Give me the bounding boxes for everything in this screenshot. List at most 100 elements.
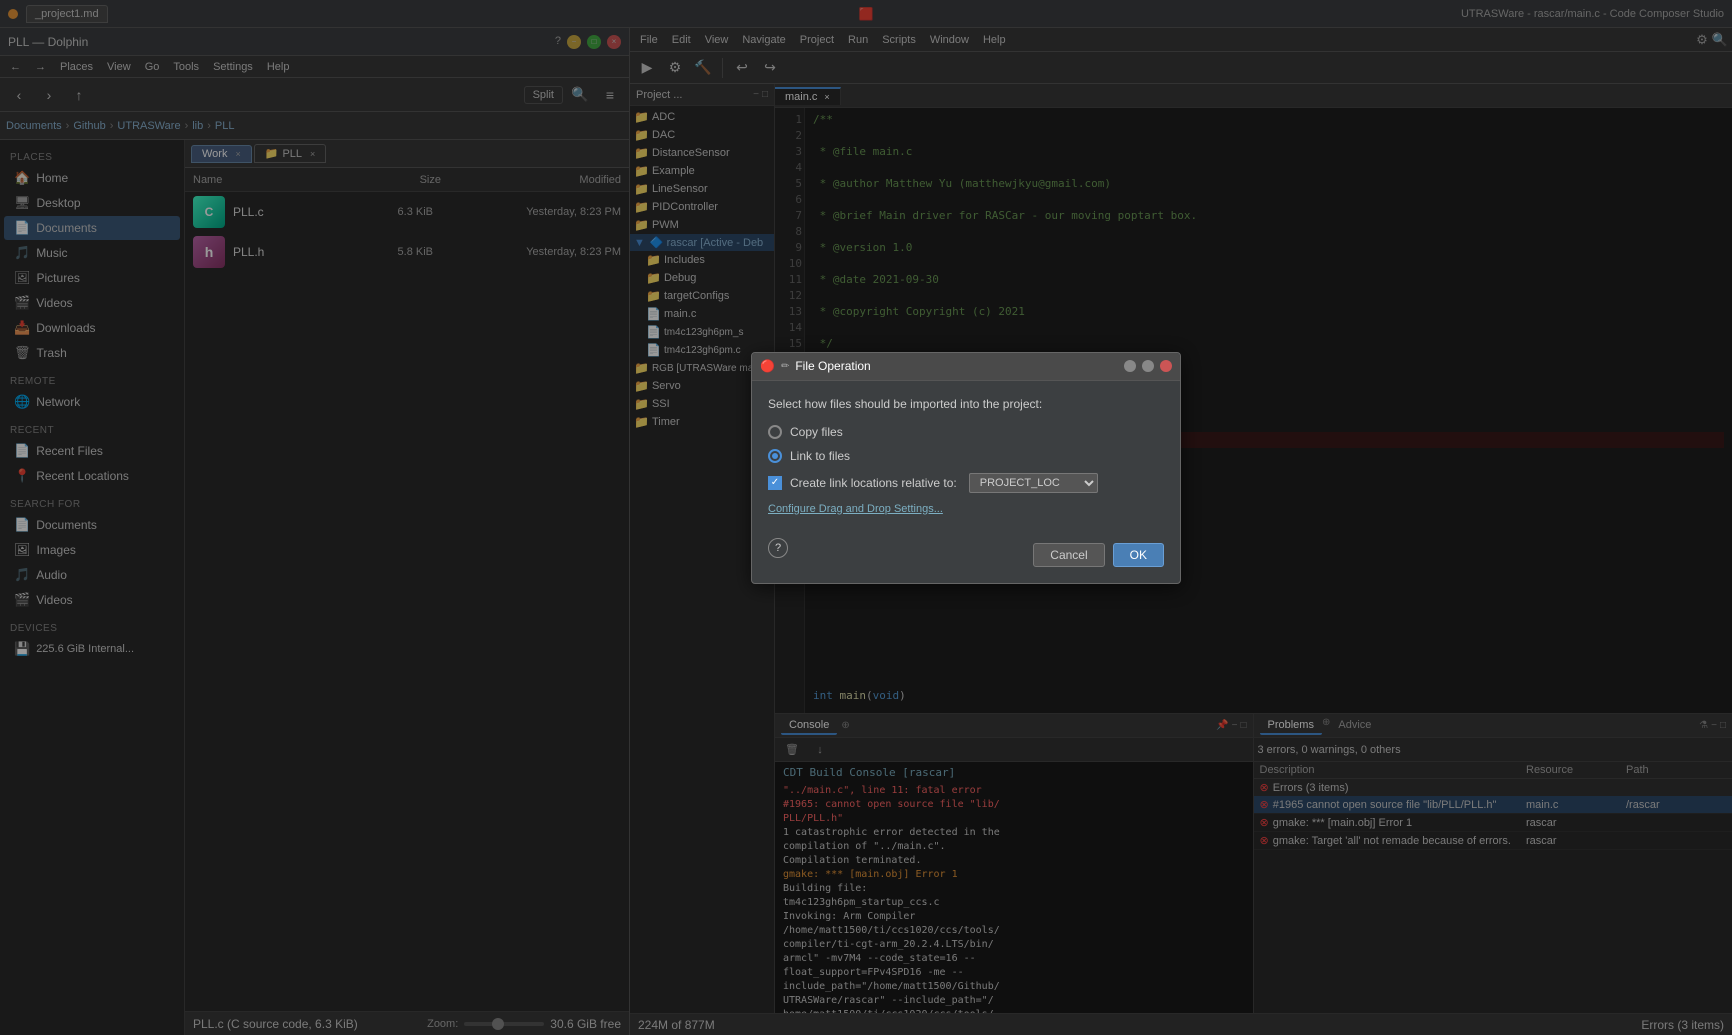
- console-maximize-icon[interactable]: □: [1240, 720, 1246, 731]
- nav-back-btn[interactable]: ‹: [6, 82, 32, 108]
- sidebar-item-recent-locations[interactable]: 📍Recent Locations: [4, 464, 180, 488]
- ccs-file-menu[interactable]: File: [634, 32, 664, 48]
- dialog-help-btn[interactable]: ?: [768, 538, 788, 558]
- dolphin-help-menu[interactable]: Help: [261, 59, 296, 75]
- dolphin-view-menu[interactable]: View: [101, 59, 137, 75]
- breadcrumb-utrasware[interactable]: UTRASWare: [117, 120, 180, 132]
- ccs-tool-5[interactable]: ↪: [757, 55, 783, 81]
- sidebar-item-downloads[interactable]: 📥Downloads: [4, 316, 180, 340]
- ccs-window-menu[interactable]: Window: [924, 32, 975, 48]
- settings-btn[interactable]: ≡: [597, 82, 623, 108]
- sidebar-item-music[interactable]: 🎵Music: [4, 241, 180, 265]
- nav-forward-btn[interactable]: ›: [36, 82, 62, 108]
- tab-pll[interactable]: 📁 PLL ×: [254, 144, 327, 163]
- problems-maximize-icon[interactable]: □: [1720, 720, 1726, 731]
- tree-item-distance[interactable]: 📁DistanceSensor: [630, 144, 774, 162]
- sidebar-item-pictures[interactable]: 🖼Pictures: [4, 266, 180, 290]
- sidebar-item-network[interactable]: 🌐Network: [4, 390, 180, 414]
- tab-pll-close-btn[interactable]: ×: [310, 149, 315, 159]
- sidebar-item-search-audio[interactable]: 🎵Audio: [4, 563, 180, 587]
- ccs-project-menu[interactable]: Project: [794, 32, 840, 48]
- dolphin-forward-btn[interactable]: →: [29, 59, 52, 75]
- problems-tab[interactable]: Problems: [1260, 717, 1322, 735]
- zoom-slider[interactable]: [464, 1022, 544, 1026]
- console-clear-btn[interactable]: 🗑: [779, 737, 805, 763]
- dialog-option-copy[interactable]: Copy files: [768, 425, 1164, 439]
- dolphin-help-icon[interactable]: ?: [555, 35, 561, 49]
- tree-item-dac[interactable]: 📁DAC: [630, 126, 774, 144]
- tree-item-pwm[interactable]: 📁PWM: [630, 216, 774, 234]
- tree-item-rascar[interactable]: ▼ 🔷 rascar [Active - Deb: [630, 234, 774, 251]
- dolphin-places-menu[interactable]: Places: [54, 59, 99, 75]
- dolphin-tools-menu[interactable]: Tools: [167, 59, 205, 75]
- ccs-tool-4[interactable]: ↩: [729, 55, 755, 81]
- ccs-run-menu[interactable]: Run: [842, 32, 874, 48]
- dialog-minimize-btn[interactable]: [1124, 360, 1136, 372]
- dialog-close-btn[interactable]: [1160, 360, 1172, 372]
- tab-work[interactable]: Work ×: [191, 145, 252, 163]
- link-relative-checkbox[interactable]: ✓: [768, 476, 782, 490]
- sidebar-item-home[interactable]: 🏠Home: [4, 166, 180, 190]
- dolphin-settings-menu[interactable]: Settings: [207, 59, 259, 75]
- tree-item-targetconfigs[interactable]: 📁targetConfigs: [630, 287, 774, 305]
- tree-item-example[interactable]: 📁Example: [630, 162, 774, 180]
- radio-link[interactable]: [768, 449, 782, 463]
- ccs-edit-menu[interactable]: Edit: [666, 32, 697, 48]
- breadcrumb-pll[interactable]: PLL: [215, 120, 235, 132]
- tab-project1-md[interactable]: _project1.md: [26, 5, 108, 23]
- file-operation-dialog[interactable]: 🔴 ✏ File Operation Select how files shou…: [751, 352, 1181, 584]
- dialog-maximize-btn[interactable]: [1142, 360, 1154, 372]
- tree-item-pid[interactable]: 📁PIDController: [630, 198, 774, 216]
- dialog-cancel-btn[interactable]: Cancel: [1033, 543, 1104, 567]
- dialog-option-link[interactable]: Link to files: [768, 449, 1164, 463]
- breadcrumb-github[interactable]: Github: [73, 120, 105, 132]
- problems-filter-icon[interactable]: ⚗: [1699, 720, 1708, 731]
- editor-tab-mainc-close[interactable]: ×: [824, 92, 829, 102]
- link-relative-dropdown[interactable]: PROJECT_LOC: [969, 473, 1098, 493]
- tree-item-adc[interactable]: 📁ADC: [630, 108, 774, 126]
- tree-item-tm4c-s[interactable]: 📄tm4c123gh6pm_s: [630, 323, 774, 341]
- advice-tab[interactable]: Advice: [1330, 717, 1379, 735]
- zoom-thumb[interactable]: [492, 1018, 504, 1030]
- tree-item-linesensor[interactable]: 📁LineSensor: [630, 180, 774, 198]
- configure-dnd-link[interactable]: Configure Drag and Drop Settings...: [768, 503, 1164, 515]
- ccs-help-menu[interactable]: Help: [977, 32, 1012, 48]
- console-pin-icon[interactable]: 📌: [1216, 720, 1228, 731]
- problem-item-1[interactable]: ⊗ #1965 cannot open source file "lib/PLL…: [1254, 796, 1732, 814]
- toolbar-icon-2[interactable]: 🔍: [1712, 32, 1728, 48]
- console-minimize-icon[interactable]: −: [1232, 720, 1238, 731]
- editor-tab-mainc[interactable]: main.c ×: [775, 87, 841, 105]
- sidebar-item-desktop[interactable]: 🖥Desktop: [4, 191, 180, 215]
- dolphin-go-menu[interactable]: Go: [139, 59, 166, 75]
- dolphin-minimize-btn[interactable]: −: [567, 35, 581, 49]
- nav-up-btn[interactable]: ↑: [66, 82, 92, 108]
- problem-item-3[interactable]: ⊗ gmake: Target 'all' not remade because…: [1254, 832, 1732, 850]
- problem-item-2[interactable]: ⊗ gmake: *** [main.obj] Error 1 rascar: [1254, 814, 1732, 832]
- search-btn[interactable]: 🔍: [567, 82, 593, 108]
- sidebar-item-trash[interactable]: 🗑Trash: [4, 341, 180, 365]
- sidebar-item-documents[interactable]: 📄Documents: [4, 216, 180, 240]
- sidebar-item-videos[interactable]: 🎬Videos: [4, 291, 180, 315]
- sidebar-item-search-images[interactable]: 🖼Images: [4, 538, 180, 562]
- split-btn[interactable]: Split: [524, 86, 563, 104]
- pe-minimize-icon[interactable]: −: [753, 89, 759, 100]
- sidebar-item-search-docs[interactable]: 📄Documents: [4, 513, 180, 537]
- console-tab[interactable]: Console: [781, 717, 837, 735]
- file-item-pllh[interactable]: h PLL.h 5.8 KiB Yesterday, 8:23 PM: [185, 232, 629, 272]
- ccs-tool-3[interactable]: 🔨: [690, 55, 716, 81]
- tree-item-includes[interactable]: 📁Includes: [630, 251, 774, 269]
- breadcrumb-lib[interactable]: lib: [192, 120, 203, 132]
- dialog-ok-btn[interactable]: OK: [1113, 543, 1164, 567]
- toolbar-icon-1[interactable]: ⚙: [1696, 32, 1708, 48]
- console-scroll-btn[interactable]: ↓: [807, 737, 833, 763]
- sidebar-item-search-videos[interactable]: 🎬Videos: [4, 588, 180, 612]
- problems-minimize-icon[interactable]: −: [1711, 720, 1717, 731]
- breadcrumb-documents[interactable]: Documents: [6, 120, 62, 132]
- tab-work-close-btn[interactable]: ×: [235, 149, 240, 159]
- tree-item-debug[interactable]: 📁Debug: [630, 269, 774, 287]
- sidebar-item-recent-files[interactable]: 📄Recent Files: [4, 439, 180, 463]
- ccs-scripts-menu[interactable]: Scripts: [876, 32, 922, 48]
- dolphin-back-btn[interactable]: ←: [4, 59, 27, 75]
- ccs-navigate-menu[interactable]: Navigate: [736, 32, 791, 48]
- file-item-pllc[interactable]: C PLL.c 6.3 KiB Yesterday, 8:23 PM: [185, 192, 629, 232]
